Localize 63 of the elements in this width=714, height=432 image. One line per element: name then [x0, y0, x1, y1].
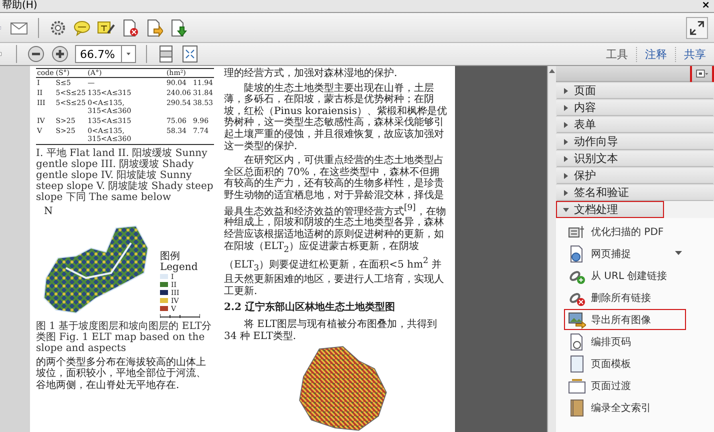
scale-bar-icon	[160, 312, 200, 318]
tool-item[interactable]: 导出所有图像	[564, 309, 686, 330]
collapsed-icon	[563, 172, 569, 178]
zoom-dropdown-button[interactable]	[121, 45, 136, 63]
note-pen-icon[interactable]	[97, 18, 115, 36]
collapsed-icon	[563, 122, 569, 128]
panel-section[interactable]: 保护	[556, 167, 714, 184]
zoom-in-icon[interactable]	[51, 45, 69, 63]
body-paragraph: 陡坡的生态土地类型主要出现在山脊，土层薄，多砾石，在阳坡，蒙古栎是优势树种；在阴坡，红松（Pinus koraiensis）、紫椴和枫桦是优势树种，这一类型生态敏感性高，森林采伐能够引起土壤严重的侵蚀，并且很难恢复，故应该加强对这一类型的保护.	[224, 82, 447, 152]
fit-page-icon[interactable]	[181, 45, 199, 63]
panel-section[interactable]: 文档处理	[556, 201, 664, 218]
zoom-out-icon[interactable]	[27, 45, 45, 63]
body-paragraph: 的两个类型多分布在海拔较高的山体上坡位，面积较小，平地全部位于河流、谷地两侧，在山脊处无平地存在.	[36, 356, 207, 392]
figure-caption: 图 1 基于坡度图层和坡向图层的 ELT分类图 Fig. 1 ELT map based on the slope and aspects	[36, 320, 213, 354]
caret-icon[interactable]	[675, 251, 682, 256]
transition-tool-icon	[568, 376, 586, 394]
legend-title: 图例	[160, 250, 181, 262]
body-paragraph: 在研究区内，可供重点经营的生态土地类型占全区总面积的 70%，在这些类型中，森林不但拥有较高的生产力，还有较高的生物多样性，是珍贵野生动物的适宜栖息地，对于异龄混交林，择伐是最具生态效益和经济效益的管理经营方式$^{[9]}$，在物种组成上，阳坡和阴坡的生态土地类型各异，森林经营应该根据适地适树的原则促进树种的更新，如在阳坡（ELT$_{2}$）应促进蒙古栎更新，在阴坡（ELT$_{3}$）则要促进红松更新，在面积<5 hm$^{2}$ 并且天然更新困难的地区，要进行人工培育，实现人工更新.	[224, 155, 447, 298]
collapsed-icon	[563, 88, 569, 94]
panel-section[interactable]: 页面	[556, 82, 714, 99]
legend-subtitle: Legend	[160, 262, 199, 273]
fit-width-icon[interactable]	[157, 45, 175, 63]
panel-section[interactable]: 内容	[556, 99, 714, 116]
tool-item[interactable]: 优化扫描的 PDF	[564, 221, 686, 242]
tool-item[interactable]: 页面模板	[564, 353, 686, 374]
tool-item[interactable]: 编排页码	[564, 331, 686, 352]
table-note: I. 平地 Flat land II. 阳坡缓坡 Sunny gentle slope III. 阴坡缓坡 Shady gentle slope IV. 阳坡陡坡 Sunny steep slope V. 阴坡陡坡 Shady steep slope 下同 The same below	[36, 148, 214, 203]
panel-section[interactable]: 表单	[556, 116, 714, 133]
panel-tab[interactable]: 注释	[636, 46, 675, 62]
expanded-icon	[563, 206, 569, 212]
gear-icon[interactable]	[49, 18, 67, 36]
tool-item[interactable]: 编录全文索引	[564, 397, 686, 418]
collapsed-icon	[563, 190, 569, 196]
help-menu[interactable]: 帮助(H)	[2, 0, 38, 12]
comment-icon[interactable]	[73, 18, 91, 36]
document-download-icon[interactable]	[169, 18, 187, 36]
document-arrow-icon[interactable]	[145, 18, 163, 36]
panel-tab[interactable]: 工具	[598, 46, 636, 62]
panel-tab[interactable]: 共享	[675, 46, 714, 62]
tool-item[interactable]: 删除所有链接	[564, 287, 686, 308]
body-paragraph: 理的经营方式，加强对森林湿地的保护.	[224, 68, 398, 80]
collapsed-icon	[563, 156, 569, 162]
panel-section[interactable]: 签名和验证	[556, 184, 714, 201]
panel-section[interactable]: 识别文本	[556, 150, 714, 167]
fullscreen-icon[interactable]	[689, 20, 705, 36]
tool-item[interactable]: 网页捕捉	[564, 243, 686, 264]
document-delete-icon[interactable]	[121, 18, 139, 36]
tool-item[interactable]: 从 URL 创建链接	[564, 265, 686, 286]
book-tool-icon	[568, 398, 586, 416]
section-heading: 2.2 辽宁东部山区林地生态土地类型图	[224, 302, 396, 314]
caret-icon[interactable]	[126, 52, 131, 56]
image-tool-icon	[568, 310, 586, 328]
zoom-field[interactable]: 66.7%	[75, 45, 121, 63]
options-icon[interactable]	[695, 66, 709, 80]
close-button[interactable]: ×	[702, 0, 710, 12]
collapsed-icon	[563, 104, 569, 110]
page-tool-icon	[568, 354, 586, 372]
north-label: N	[44, 206, 53, 218]
tool-item[interactable]: 页面过渡	[564, 375, 686, 396]
body-paragraph: 将 ELT图层与现有植被分布图叠加，共得到 34 种 ELT类型.	[224, 318, 438, 342]
panel-section[interactable]: 动作向导	[556, 133, 714, 150]
scroll-up-icon[interactable]	[549, 68, 555, 73]
collapsed-icon	[563, 138, 569, 144]
